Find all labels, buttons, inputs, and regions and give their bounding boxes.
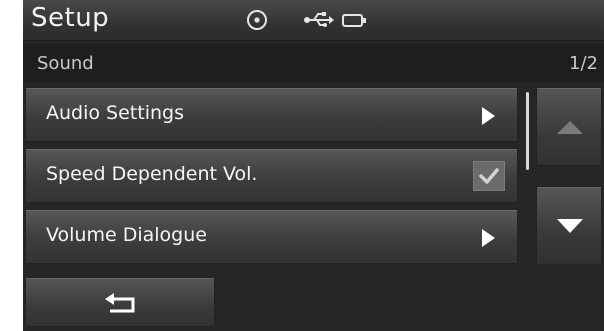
scroll-up-button[interactable] [536, 87, 602, 166]
title-bar: Setup [23, 0, 604, 41]
menu-item-label: Volume Dialogue [46, 224, 207, 246]
back-arrow-icon [105, 293, 135, 313]
menu-item-speed-dependent-vol[interactable]: Speed Dependent Vol. [25, 148, 518, 203]
menu-item-audio-settings[interactable]: Audio Settings [25, 87, 518, 142]
usb-icon [304, 12, 334, 27]
speed-dependent-vol-checkbox[interactable] [473, 161, 505, 191]
chevron-right-icon [482, 229, 495, 247]
section-label: Sound [37, 53, 94, 74]
back-button[interactable] [25, 277, 215, 327]
page-indicator: 1/2 [569, 53, 598, 74]
menu-item-volume-dialogue[interactable]: Volume Dialogue [25, 209, 518, 264]
setup-screen: Setup Sound 1/2 Audio Settings Speed Dep… [23, 0, 604, 331]
scroll-position-indicator [526, 92, 529, 170]
triangle-up-icon [557, 121, 583, 134]
checkmark-icon [479, 168, 499, 184]
menu-item-label: Audio Settings [46, 102, 184, 124]
page-title: Setup [31, 3, 110, 33]
menu-item-label: Speed Dependent Vol. [46, 163, 258, 185]
ipod-icon [342, 14, 366, 27]
section-header: Sound 1/2 [23, 44, 604, 82]
scroll-down-button[interactable] [536, 186, 602, 265]
chevron-right-icon [482, 107, 495, 125]
disc-icon [247, 10, 267, 30]
triangle-down-icon [557, 219, 583, 233]
